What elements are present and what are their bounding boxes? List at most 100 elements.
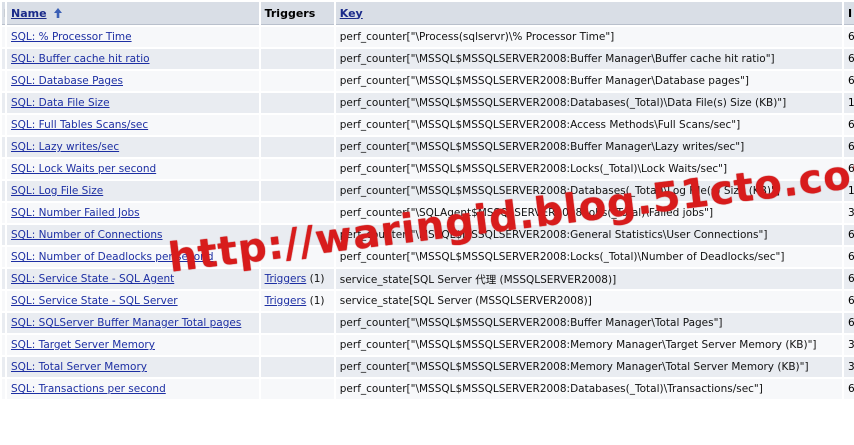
item-name-link[interactable]: SQL: Number of Deadlocks per second	[11, 251, 214, 263]
table-row: l SQL: Log File Size perf_counter["\MSSQL$…	[2, 181, 854, 201]
table-header-row: l Name Triggers Key I	[2, 2, 854, 25]
table-row: l SQL: % Processor Time perf_counter["\Pro…	[2, 27, 854, 47]
item-name-link[interactable]: SQL: Log File Size	[11, 185, 103, 197]
items-table: l Name Triggers Key I l SQL: % Processor …	[0, 0, 854, 401]
row-select-cell[interactable]: l	[2, 159, 5, 179]
item-key-cell: perf_counter["\MSSQL$MSSQLSERVER2008:Buf…	[335, 313, 842, 333]
item-name-link[interactable]: SQL: Service State - SQL Server	[11, 295, 178, 307]
triggers-cell	[260, 115, 334, 135]
item-name-cell: SQL: Service State - SQL Server	[7, 291, 259, 311]
item-key-cell: perf_counter["\Process(sqlservr)\% Proce…	[335, 27, 842, 47]
item-key-cell: perf_counter["\MSSQL$MSSQLSERVER2008:Mem…	[335, 357, 842, 377]
table-row: l SQL: Database Pages perf_counter["\MSSQL…	[2, 71, 854, 91]
item-key-cell: service_state[SQL Server (MSSQLSERVER200…	[335, 291, 842, 311]
row-select-cell[interactable]: l	[2, 93, 5, 113]
sort-by-key-link[interactable]: Key	[340, 7, 363, 20]
triggers-cell	[260, 27, 334, 47]
item-name-link[interactable]: SQL: Total Server Memory	[11, 361, 147, 373]
row-select-cell[interactable]: l	[2, 291, 5, 311]
row-select-cell[interactable]: l	[2, 269, 5, 289]
item-name-link[interactable]: SQL: Full Tables Scans/sec	[11, 119, 148, 131]
table-row: l SQL: Lock Waits per second perf_counter[…	[2, 159, 854, 179]
item-name-link[interactable]: SQL: Lock Waits per second	[11, 163, 156, 175]
item-name-link[interactable]: SQL: Database Pages	[11, 75, 123, 87]
triggers-cell	[260, 49, 334, 69]
item-name-link[interactable]: SQL: Service State - SQL Agent	[11, 273, 174, 285]
item-name-cell: SQL: Target Server Memory	[7, 335, 259, 355]
interval-cell: 6	[843, 71, 854, 91]
item-name-cell: SQL: Full Tables Scans/sec	[7, 115, 259, 135]
item-key-cell: perf_counter["\MSSQL$MSSQLSERVER2008:Buf…	[335, 137, 842, 157]
item-key-cell: perf_counter["\MSSQL$MSSQLSERVER2008:Buf…	[335, 71, 842, 91]
item-key-cell: perf_counter["\MSSQL$MSSQLSERVER2008:Acc…	[335, 115, 842, 135]
item-name-link[interactable]: SQL: Number Failed Jobs	[11, 207, 140, 219]
item-name-cell: SQL: Service State - SQL Agent	[7, 269, 259, 289]
row-select-cell[interactable]: l	[2, 181, 5, 201]
row-select-cell[interactable]: l	[2, 203, 5, 223]
interval-cell: 3	[843, 357, 854, 377]
row-select-cell[interactable]: l	[2, 137, 5, 157]
item-key-cell: perf_counter["\MSSQL$MSSQLSERVER2008:Gen…	[335, 225, 842, 245]
item-name-link[interactable]: SQL: Number of Connections	[11, 229, 163, 241]
trigger-count: (1)	[309, 295, 325, 307]
interval-column-header[interactable]: I	[843, 2, 854, 25]
item-name-cell: SQL: Database Pages	[7, 71, 259, 91]
item-name-link[interactable]: SQL: Lazy writes/sec	[11, 141, 119, 153]
interval-cell: 6	[843, 379, 854, 399]
item-key-cell: perf_counter["\MSSQL$MSSQLSERVER2008:Dat…	[335, 379, 842, 399]
table-row: l SQL: Target Server Memory perf_counter["…	[2, 335, 854, 355]
row-select-cell[interactable]: l	[2, 357, 5, 377]
interval-cell: 6	[843, 247, 854, 267]
item-name-link[interactable]: SQL: Data File Size	[11, 97, 110, 109]
triggers-cell	[260, 137, 334, 157]
key-column-header[interactable]: Key	[335, 2, 842, 25]
item-name-link[interactable]: SQL: Transactions per second	[11, 383, 166, 395]
name-column-header[interactable]: Name	[7, 2, 259, 25]
row-select-cell[interactable]: l	[2, 247, 5, 267]
interval-cell: 1	[843, 181, 854, 201]
item-name-link[interactable]: SQL: SQLServer Buffer Manager Total page…	[11, 317, 241, 329]
interval-cell: 6	[843, 313, 854, 333]
triggers-cell	[260, 181, 334, 201]
sort-by-name-link[interactable]: Name	[11, 7, 47, 20]
item-name-cell: SQL: Lazy writes/sec	[7, 137, 259, 157]
triggers-cell: Triggers (1)	[260, 269, 334, 289]
row-select-cell[interactable]: l	[2, 115, 5, 135]
item-name-link[interactable]: SQL: Buffer cache hit ratio	[11, 53, 150, 65]
select-column-header: l	[2, 2, 5, 25]
item-key-cell: perf_counter["\MSSQL$MSSQLSERVER2008:Dat…	[335, 93, 842, 113]
row-select-cell[interactable]: l	[2, 27, 5, 47]
item-name-cell: SQL: Number of Deadlocks per second	[7, 247, 259, 267]
interval-cell: 6	[843, 225, 854, 245]
item-key-cell: perf_counter["\MSSQL$MSSQLSERVER2008:Mem…	[335, 335, 842, 355]
item-name-cell: SQL: Number of Connections	[7, 225, 259, 245]
table-row: l SQL: Transactions per second perf_counte…	[2, 379, 854, 399]
triggers-cell	[260, 203, 334, 223]
table-row: l SQL: Number of Connections perf_counter[…	[2, 225, 854, 245]
item-name-link[interactable]: SQL: Target Server Memory	[11, 339, 155, 351]
item-name-cell: SQL: Number Failed Jobs	[7, 203, 259, 223]
triggers-cell	[260, 93, 334, 113]
triggers-link[interactable]: Triggers	[265, 273, 307, 285]
table-row: l SQL: Number of Deadlocks per second perf…	[2, 247, 854, 267]
item-name-link[interactable]: SQL: % Processor Time	[11, 31, 132, 43]
item-name-cell: SQL: SQLServer Buffer Manager Total page…	[7, 313, 259, 333]
triggers-link[interactable]: Triggers	[265, 295, 307, 307]
row-select-cell[interactable]: l	[2, 335, 5, 355]
row-select-cell[interactable]: l	[2, 71, 5, 91]
triggers-cell	[260, 379, 334, 399]
item-key-cell: perf_counter["\MSSQL$MSSQLSERVER2008:Dat…	[335, 181, 842, 201]
row-select-cell[interactable]: l	[2, 379, 5, 399]
item-name-cell: SQL: Log File Size	[7, 181, 259, 201]
table-row: l SQL: Service State - SQL Server Triggers…	[2, 291, 854, 311]
triggers-cell: Triggers (1)	[260, 291, 334, 311]
table-row: l SQL: SQLServer Buffer Manager Total pag…	[2, 313, 854, 333]
table-row: l SQL: Service State - SQL Agent Triggers …	[2, 269, 854, 289]
row-select-cell[interactable]: l	[2, 49, 5, 69]
item-name-cell: SQL: % Processor Time	[7, 27, 259, 47]
interval-cell: 6	[843, 27, 854, 47]
triggers-cell	[260, 71, 334, 91]
row-select-cell[interactable]: l	[2, 225, 5, 245]
row-select-cell[interactable]: l	[2, 313, 5, 333]
interval-cell: 6	[843, 49, 854, 69]
